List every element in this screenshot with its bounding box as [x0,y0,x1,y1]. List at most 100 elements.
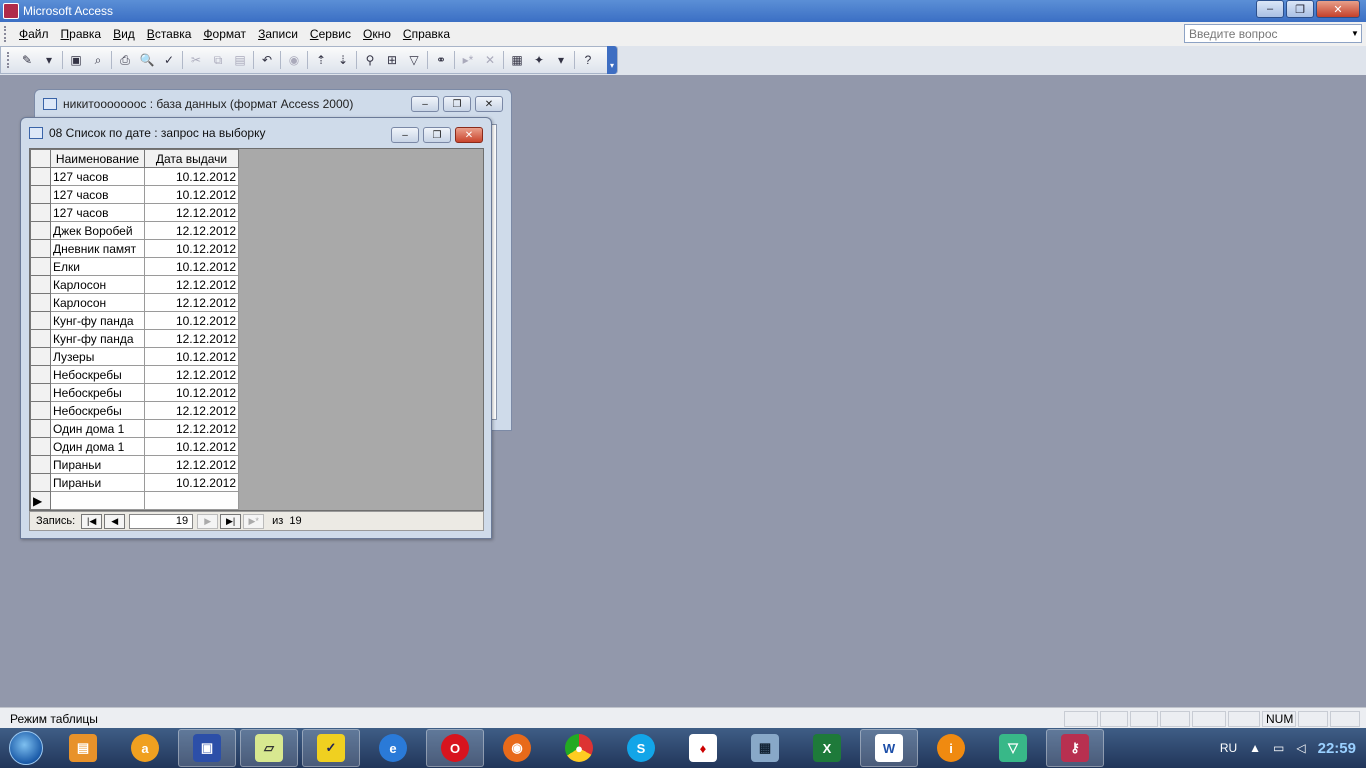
db-minimize-button[interactable]: ‒ [411,96,439,112]
taskbar-save[interactable]: ▣ [178,729,236,767]
row-selector[interactable] [30,257,51,276]
find-icon[interactable]: ⚭ [432,51,450,69]
filter-form-icon[interactable]: ⊞ [383,51,401,69]
menu-view[interactable]: Вид [107,24,141,44]
query-minimize-button[interactable]: ‒ [391,127,419,143]
table-row[interactable]: Пираньи 10.12.2012 [30,473,239,492]
row-selector[interactable] [30,167,51,186]
row-selector[interactable] [30,275,51,294]
cell-date[interactable]: 12.12.2012 [144,203,239,222]
menu-records[interactable]: Записи [252,24,304,44]
select-all-corner[interactable] [30,149,51,168]
minimize-button[interactable]: ‒ [1256,0,1284,18]
table-row[interactable]: Карлосон 12.12.2012 [30,293,239,312]
cell-date[interactable]: 12.12.2012 [144,329,239,348]
close-button[interactable]: ✕ [1316,0,1360,18]
tray-expand-icon[interactable]: ▲ [1249,741,1261,755]
cell-name[interactable]: Кунг-фу панда [50,311,145,330]
db-restore-button[interactable]: ❐ [443,96,471,112]
cell-name[interactable]: Небоскребы [50,401,145,420]
restore-button[interactable]: ❐ [1286,0,1314,18]
menu-help[interactable]: Справка [397,24,456,44]
cell-date[interactable]: 12.12.2012 [144,419,239,438]
toolbar-grip[interactable] [7,52,10,68]
cell-name[interactable]: Карлосон [50,275,145,294]
cell-name[interactable]: Лузеры [50,347,145,366]
menu-edit[interactable]: Правка [55,24,108,44]
menu-insert[interactable]: Вставка [141,24,198,44]
row-selector[interactable] [30,221,51,240]
sort-asc-icon[interactable]: ⇡ [312,51,330,69]
table-row[interactable]: Дневник памят 10.12.2012 [30,239,239,258]
cell-name[interactable]: Небоскребы [50,383,145,402]
cell-date[interactable]: 10.12.2012 [144,347,239,366]
ask-question-input[interactable]: Введите вопрос ▼ [1184,24,1362,43]
cell-name[interactable]: Карлосон [50,293,145,312]
cell-date[interactable]: 10.12.2012 [144,383,239,402]
table-row[interactable]: 127 часов 10.12.2012 [30,185,239,204]
cell-date[interactable]: 10.12.2012 [144,185,239,204]
cell-date[interactable]: 10.12.2012 [144,311,239,330]
table-row[interactable]: Лузеры 10.12.2012 [30,347,239,366]
cell-date[interactable]: 12.12.2012 [144,293,239,312]
last-record-button[interactable]: ▶| [220,513,242,529]
menu-file[interactable]: Файл [13,24,55,44]
cell-name[interactable]: 127 часов [50,203,145,222]
cell-name[interactable]: Один дома 1 [50,419,145,438]
paste-icon[interactable]: ▤ [231,51,249,69]
print-preview-icon[interactable]: 🔍 [138,51,156,69]
db-close-button[interactable]: ✕ [475,96,503,112]
sort-desc-icon[interactable]: ⇣ [334,51,352,69]
table-row[interactable]: Пираньи 12.12.2012 [30,455,239,474]
row-selector[interactable] [30,455,51,474]
new-object-icon[interactable]: ✦ [530,51,548,69]
cell-name[interactable]: Один дома 1 [50,437,145,456]
print-icon[interactable]: ⎙ [116,51,134,69]
taskbar-calendar[interactable]: ▦ [736,729,794,767]
new-record-row[interactable]: ▶ [30,491,239,510]
cell-date[interactable]: 10.12.2012 [144,257,239,276]
cell-date[interactable]: 10.12.2012 [144,473,239,492]
table-row[interactable]: 127 часов 12.12.2012 [30,203,239,222]
taskbar-chrome[interactable]: ● [550,729,608,767]
row-selector[interactable] [30,329,51,348]
row-selector[interactable] [30,383,51,402]
language-indicator[interactable]: RU [1220,741,1237,755]
row-selector[interactable] [30,293,51,312]
menu-tools[interactable]: Сервис [304,24,357,44]
cell-name[interactable]: 127 часов [50,185,145,204]
row-selector[interactable] [30,311,51,330]
cell-date[interactable]: 12.12.2012 [144,455,239,474]
copy-icon[interactable]: ⧉ [209,51,227,69]
table-row[interactable]: Елки 10.12.2012 [30,257,239,276]
query-window[interactable]: 08 Список по дате : запрос на выборку ‒ … [20,117,492,539]
table-row[interactable]: Джек Воробей 12.12.2012 [30,221,239,240]
delete-record-icon[interactable]: ✕ [481,51,499,69]
table-row[interactable]: 127 часов 10.12.2012 [30,167,239,186]
column-header-date[interactable]: Дата выдачи [144,149,239,168]
row-selector[interactable] [30,473,51,492]
cut-icon[interactable]: ✂ [187,51,205,69]
taskbar-firefox[interactable]: ◉ [488,729,546,767]
query-close-button[interactable]: ✕ [455,127,483,143]
row-selector[interactable] [30,419,51,438]
taskbar-files[interactable]: ▤ [54,729,112,767]
taskbar-avast[interactable]: a [116,729,174,767]
volume-icon[interactable]: ◁ [1296,741,1305,755]
table-row[interactable]: Карлосон 12.12.2012 [30,275,239,294]
taskbar-opera[interactable]: O [426,729,484,767]
taskbar-check[interactable]: ✓ [302,729,360,767]
current-record-pointer-icon[interactable]: ▶ [30,491,51,510]
row-selector[interactable] [30,347,51,366]
cell-name[interactable] [50,491,145,510]
taskbar-vector[interactable]: ▽ [984,729,1042,767]
query-restore-button[interactable]: ❐ [423,127,451,143]
table-row[interactable]: Один дома 1 10.12.2012 [30,437,239,456]
view-dropdown-icon[interactable]: ▾ [40,51,58,69]
cell-name[interactable]: Джек Воробей [50,221,145,240]
table-row[interactable]: Один дома 1 12.12.2012 [30,419,239,438]
table-row[interactable]: Небоскребы 12.12.2012 [30,401,239,420]
new-record-icon[interactable]: ▸* [459,51,477,69]
spelling-icon[interactable]: ✓ [160,51,178,69]
cell-name[interactable]: 127 часов [50,167,145,186]
